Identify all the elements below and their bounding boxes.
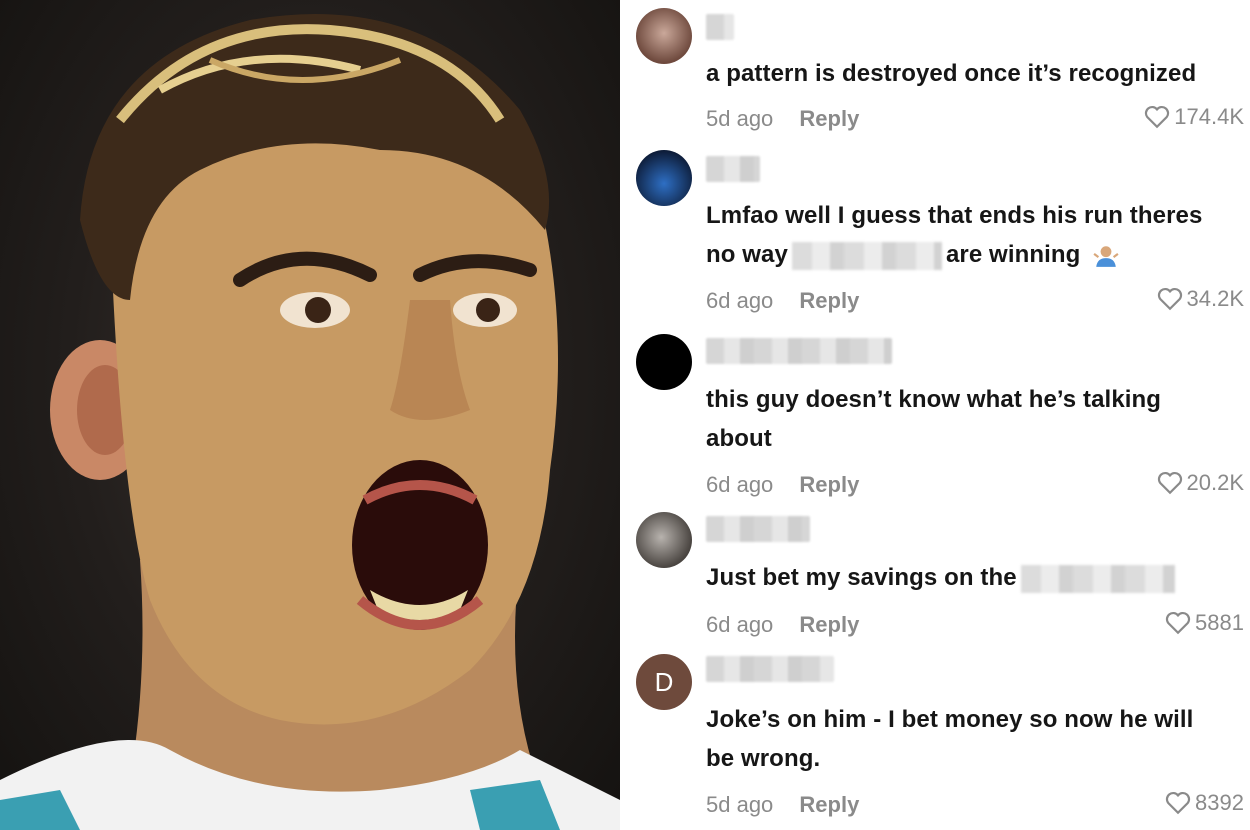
comment-text: this guy doesn’t know what he’s talking … — [706, 386, 1162, 452]
black-circle-avatar-icon[interactable] — [636, 334, 692, 390]
comment-item: D Joke’s on him - I bet money so now he … — [626, 650, 1250, 830]
comment-text-part: Just bet my savings on the — [706, 564, 1017, 591]
shouting-athlete-photo — [0, 14, 620, 830]
athlete-photo — [0, 0, 620, 830]
comment-item: this guy doesn’t know what he’s talking … — [626, 330, 1250, 510]
comment-item: Lmfao well I guess that ends his run the… — [626, 150, 1250, 330]
shrug-emoji-icon — [1093, 245, 1119, 267]
letter-avatar-icon[interactable]: D — [636, 654, 692, 710]
heart-icon — [1165, 611, 1191, 635]
heart-icon — [1165, 791, 1191, 815]
comment-item: a pattern is destroyed once it’s recogni… — [626, 0, 1250, 150]
reply-button[interactable]: Reply — [799, 792, 859, 817]
comment-text: Joke’s on him - I bet money so now he wi… — [706, 706, 1194, 772]
username-redacted[interactable] — [706, 156, 760, 182]
comment-meta: 6d ago Reply — [706, 288, 859, 314]
comment-item: Just bet my savings on the 6d ago Reply … — [626, 510, 1250, 650]
reply-button[interactable]: Reply — [799, 288, 859, 313]
heart-icon — [1157, 287, 1182, 311]
comment-time: 6d ago — [706, 472, 774, 497]
heart-icon — [1145, 105, 1170, 129]
username-redacted[interactable] — [706, 656, 834, 682]
username-redacted[interactable] — [706, 516, 810, 542]
reply-button[interactable]: Reply — [799, 612, 859, 637]
comment-time: 6d ago — [706, 288, 774, 313]
reply-button[interactable]: Reply — [799, 472, 859, 497]
cat-avatar-icon[interactable] — [636, 8, 692, 64]
like-button[interactable]: 34.2K — [1157, 286, 1245, 312]
like-button[interactable]: 5881 — [1165, 610, 1244, 636]
comment-meta: 5d ago Reply — [706, 106, 859, 132]
comments-panel: a pattern is destroyed once it’s recogni… — [626, 0, 1250, 830]
comment-meta: 6d ago Reply — [706, 472, 859, 498]
comment-time: 5d ago — [706, 792, 774, 817]
like-count: 34.2K — [1186, 286, 1245, 311]
like-count: 5881 — [1195, 610, 1244, 635]
heart-icon — [1157, 471, 1182, 495]
comment-text-part: are winning — [945, 241, 1081, 268]
like-button[interactable]: 20.2K — [1157, 470, 1245, 496]
like-count: 8392 — [1195, 790, 1244, 815]
comment-meta: 5d ago Reply — [706, 792, 859, 818]
comment-text: a pattern is destroyed once it’s recogni… — [706, 60, 1197, 87]
username-redacted[interactable] — [706, 338, 892, 364]
like-button[interactable]: 8392 — [1165, 790, 1244, 816]
comment-time: 5d ago — [706, 106, 774, 131]
like-button[interactable]: 174.4K — [1144, 104, 1244, 130]
username-redacted[interactable] — [706, 14, 734, 40]
reply-button[interactable]: Reply — [799, 106, 859, 131]
like-count: 174.4K — [1174, 104, 1244, 129]
comment-text: Lmfao well I guess that ends his run the… — [706, 196, 1226, 274]
comment-meta: 6d ago Reply — [706, 612, 859, 638]
comment-time: 6d ago — [706, 612, 774, 637]
stadium-avatar-icon[interactable] — [636, 150, 692, 206]
redacted-text — [791, 241, 942, 270]
comment-text: Just bet my savings on the — [706, 558, 1226, 597]
person-avatar-icon[interactable] — [636, 512, 692, 568]
redacted-text — [1020, 564, 1175, 593]
like-count: 20.2K — [1186, 470, 1245, 495]
